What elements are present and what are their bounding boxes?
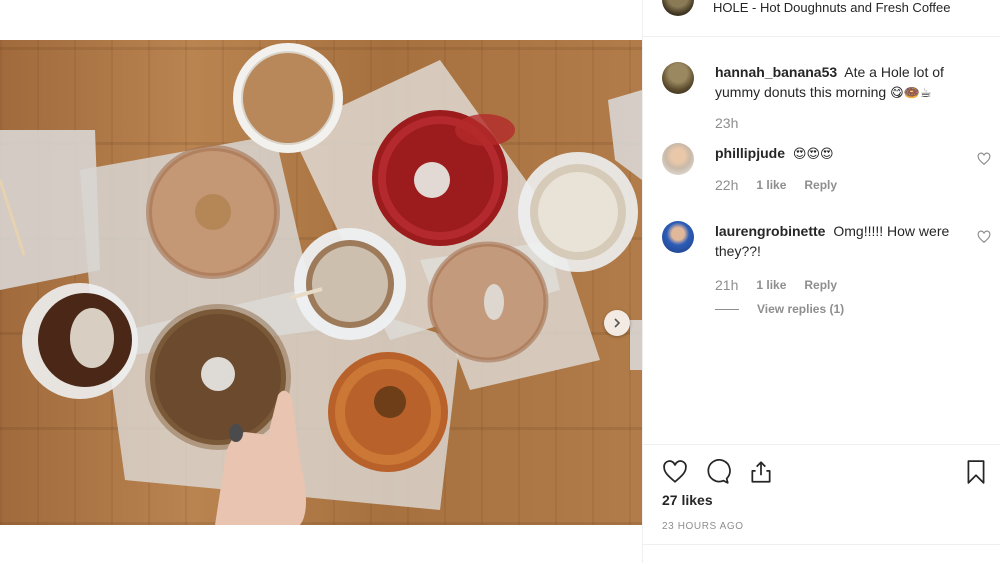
comment-username[interactable]: laurengrobinette [715,223,825,239]
comment-time[interactable]: 23h [715,115,738,131]
comment-emoji: 😋🍩☕ [890,86,932,101]
comment-likes[interactable]: 1 like [756,278,786,292]
post-details-panel: HOLE - Hot Doughnuts and Fresh Coffee ha… [642,0,1000,563]
view-replies-button[interactable]: View replies (1) [715,302,844,316]
comment-text: laurengrobinette Omg!!!!! How were they?… [715,221,965,261]
comment-text: hannah_banana53 Ate a Hole lot of yummy … [715,62,965,104]
comment-likes[interactable]: 1 like [756,178,786,192]
comment-username[interactable]: hannah_banana53 [715,64,837,80]
donuts-and-coffee-image [0,43,642,525]
heart-icon[interactable] [662,459,688,485]
avatar[interactable] [662,62,694,94]
likes-count[interactable]: 27 likes [662,492,713,508]
comment-meta: 21h 1 like Reply [715,277,855,293]
bookmark-icon[interactable] [963,459,989,485]
avatar[interactable] [662,221,694,253]
comment-username[interactable]: phillipjude [715,145,785,161]
reply-button[interactable]: Reply [804,278,837,292]
comment-meta: 22h 1 like Reply [715,177,855,193]
location-text[interactable]: HOLE - Hot Doughnuts and Fresh Coffee [713,0,951,15]
post-actions: 27 likes 23 HOURS AGO [643,444,1000,545]
comment-text: phillipjude 😍😍😍 [715,143,965,165]
view-replies-label: View replies (1) [757,302,845,316]
reply-button[interactable]: Reply [804,178,837,192]
divider-line [715,308,739,310]
avatar[interactable] [662,143,694,175]
comment-time[interactable]: 22h [715,177,738,193]
carousel-next-button[interactable] [604,310,630,336]
avatar[interactable] [662,0,694,16]
heart-icon[interactable] [977,230,991,244]
share-icon[interactable] [748,459,774,485]
add-comment-bar[interactable] [643,544,1000,564]
comment-meta: 23h [715,115,756,131]
comment-emoji: 😍😍😍 [792,147,834,162]
post-header: HOLE - Hot Doughnuts and Fresh Coffee [643,0,1000,37]
post-photo[interactable] [0,40,642,525]
heart-icon[interactable] [977,152,991,166]
comment-icon[interactable] [705,459,731,485]
comment-time[interactable]: 21h [715,277,738,293]
post-timestamp[interactable]: 23 HOURS AGO [662,521,744,532]
chevron-right-icon [614,318,621,328]
